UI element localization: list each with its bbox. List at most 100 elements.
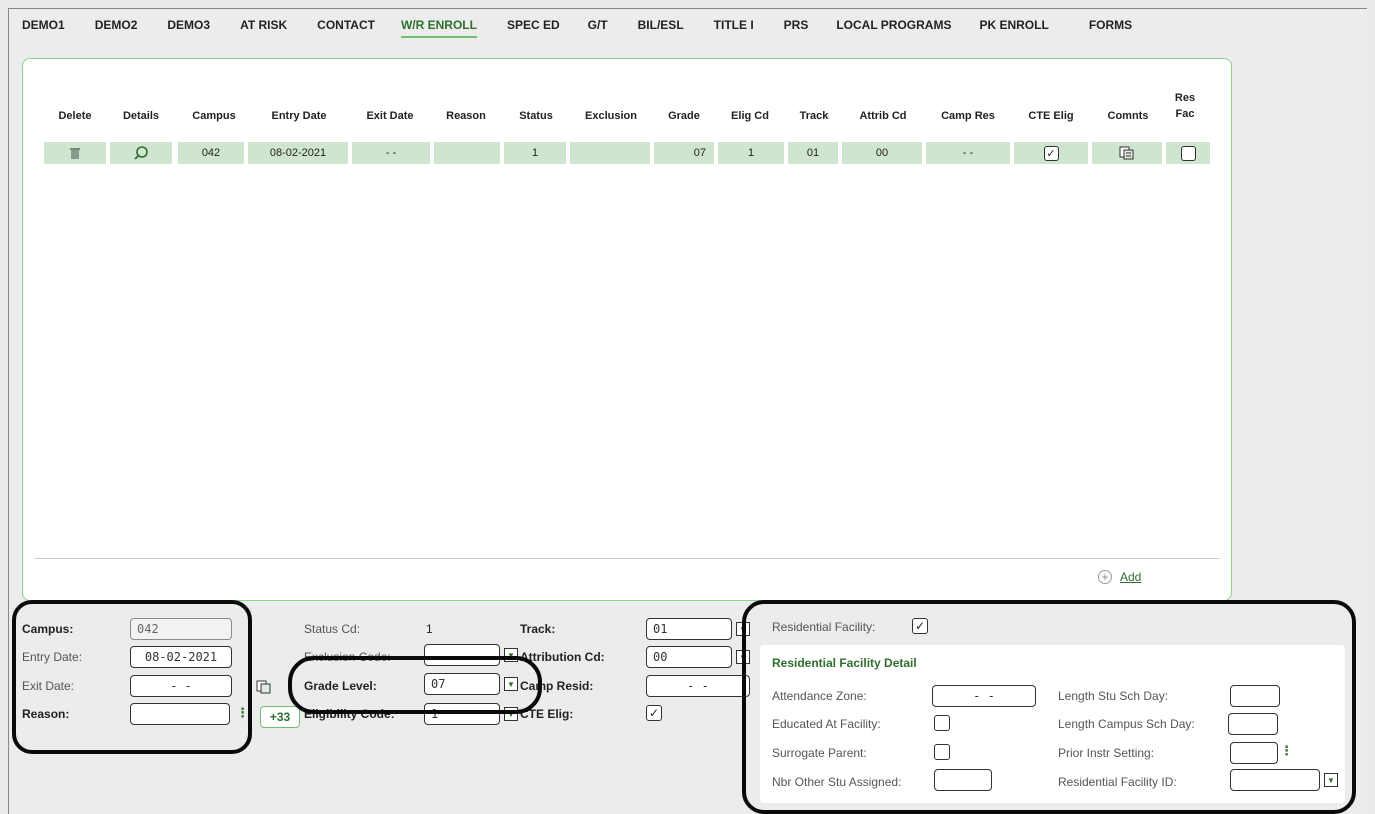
- length-campus-sch-day-label: Length Campus Sch Day:: [1058, 717, 1195, 731]
- grid-cte-elig-cell[interactable]: ✓: [1014, 142, 1088, 164]
- attribution-cd-label: Attribution Cd:: [520, 650, 605, 664]
- prior-instr-setting-label: Prior Instr Setting:: [1058, 746, 1155, 760]
- campus-label: Campus:: [22, 622, 74, 636]
- length-stu-sch-day-field[interactable]: [1230, 685, 1280, 707]
- col-header-comnts: Comnts: [1107, 110, 1149, 122]
- tab-contact[interactable]: CONTACT: [317, 14, 375, 38]
- grade-level-field[interactable]: 07: [424, 673, 500, 695]
- attendance-zone-label: Attendance Zone:: [772, 689, 867, 703]
- grade-level-dropdown-icon[interactable]: ▼: [504, 677, 518, 691]
- track-label: Track:: [520, 622, 556, 636]
- tab-pk-enroll[interactable]: PK ENROLL: [979, 14, 1048, 38]
- tab-demo2[interactable]: DEMO2: [95, 14, 138, 38]
- tab-local-programs[interactable]: LOCAL PROGRAMS: [836, 14, 951, 38]
- grid-exclusion-cell[interactable]: [570, 142, 650, 164]
- grid-status-cell[interactable]: 1: [504, 142, 566, 164]
- plus-33-button[interactable]: +33: [260, 706, 300, 728]
- eligibility-code-field[interactable]: 1: [424, 703, 500, 725]
- eligibility-code-dropdown-icon[interactable]: ▼: [504, 707, 518, 721]
- exit-date-label: Exit Date:: [22, 679, 75, 693]
- residential-facility-id-field[interactable]: [1230, 769, 1320, 791]
- entry-date-field[interactable]: 08-02-2021: [130, 646, 232, 668]
- col-header-details: Details: [122, 110, 160, 122]
- attribution-cd-dropdown-icon[interactable]: ▼: [736, 650, 750, 664]
- grid-track-cell[interactable]: 01: [788, 142, 838, 164]
- length-campus-sch-day-field[interactable]: [1228, 713, 1278, 735]
- col-header-status: Status: [519, 110, 553, 122]
- exclusion-code-field[interactable]: [424, 644, 500, 666]
- trash-icon[interactable]: [69, 146, 81, 160]
- grid-res-fac-checkbox[interactable]: [1180, 145, 1196, 161]
- surrogate-parent-checkbox[interactable]: [934, 744, 950, 760]
- tab-bar: DEMO1 DEMO2 DEMO3 AT RISK CONTACT W/R EN…: [22, 14, 1132, 38]
- reason-field[interactable]: [130, 703, 230, 725]
- tab-demo1[interactable]: DEMO1: [22, 14, 65, 38]
- grid-exit-date-cell[interactable]: - -: [352, 142, 430, 164]
- magnifier-icon[interactable]: [133, 145, 149, 161]
- nbr-other-stu-field[interactable]: [934, 769, 992, 791]
- eligibility-code-label: Eligibility Code:: [304, 707, 395, 721]
- tab-demo3[interactable]: DEMO3: [167, 14, 210, 38]
- col-header-exclusion: Exclusion: [585, 110, 637, 122]
- tab-spec-ed[interactable]: SPEC ED: [507, 14, 560, 38]
- grid-elig-cd-cell[interactable]: 1: [718, 142, 784, 164]
- col-header-res-fac-bottom: Fac: [1175, 108, 1195, 120]
- col-header-entry-date: Entry Date: [271, 110, 327, 122]
- add-row-control[interactable]: + Add: [1098, 570, 1141, 584]
- residential-facility-checkbox[interactable]: ✓: [912, 618, 928, 634]
- grid-reason-cell[interactable]: [434, 142, 500, 164]
- camp-resid-label: Camp Resid:: [520, 679, 594, 693]
- tab-forms[interactable]: FORMS: [1089, 14, 1132, 38]
- track-field[interactable]: 01: [646, 618, 732, 640]
- attendance-zone-field[interactable]: - -: [932, 685, 1036, 707]
- plus-circle-icon[interactable]: +: [1098, 570, 1112, 584]
- tab-wr-enroll[interactable]: W/R ENROLL: [400, 14, 477, 38]
- exclusion-code-dropdown-icon[interactable]: ▼: [504, 648, 518, 662]
- col-header-res-fac-top: Res: [1174, 92, 1196, 104]
- col-header-camp-res: Camp Res: [941, 110, 995, 122]
- track-dropdown-icon[interactable]: ▼: [736, 622, 750, 636]
- comments-icon[interactable]: [256, 680, 272, 694]
- grid-attrib-cd-cell[interactable]: 00: [842, 142, 922, 164]
- details-cell[interactable]: [110, 142, 172, 164]
- tab-bil-esl[interactable]: BIL/ESL: [638, 14, 684, 38]
- col-header-cte-elig: CTE Elig: [1028, 110, 1074, 122]
- reason-lookup-icon[interactable]: ⋮: [236, 706, 249, 719]
- residential-facility-detail-title: Residential Facility Detail: [772, 656, 917, 670]
- exit-date-field[interactable]: - -: [130, 675, 232, 697]
- attribution-cd-field[interactable]: 00: [646, 646, 732, 668]
- grid-res-fac-cell[interactable]: [1166, 142, 1210, 164]
- grid-comnts-cell[interactable]: [1092, 142, 1162, 164]
- tab-title-i[interactable]: TITLE I: [714, 14, 754, 38]
- grid-campus-cell[interactable]: 042: [178, 142, 244, 164]
- entry-date-label: Entry Date:: [22, 650, 83, 664]
- reason-label: Reason:: [22, 707, 70, 721]
- tab-gt[interactable]: G/T: [588, 14, 608, 38]
- educated-at-facility-label: Educated At Facility:: [772, 717, 881, 731]
- grade-level-label: Grade Level:: [304, 679, 377, 693]
- educated-at-facility-checkbox[interactable]: [934, 715, 950, 731]
- grid-grade-cell[interactable]: 07: [654, 142, 714, 164]
- grid-cte-elig-checkbox[interactable]: ✓: [1043, 145, 1059, 161]
- col-header-track: Track: [799, 110, 829, 122]
- grid-camp-res-cell[interactable]: - -: [926, 142, 1010, 164]
- grid-divider: [34, 558, 1220, 559]
- residential-facility-id-label: Residential Facility ID:: [1058, 775, 1177, 789]
- prior-instr-setting-field[interactable]: [1230, 742, 1278, 764]
- col-header-exit-date: Exit Date: [366, 110, 414, 122]
- tab-prs[interactable]: PRS: [784, 14, 809, 38]
- nbr-other-stu-label: Nbr Other Stu Assigned:: [772, 775, 902, 789]
- residential-facility-id-dropdown-icon[interactable]: ▼: [1324, 773, 1338, 787]
- grid-entry-date-cell[interactable]: 08-02-2021: [248, 142, 348, 164]
- comments-icon[interactable]: [1119, 146, 1135, 160]
- camp-resid-field[interactable]: - -: [646, 675, 750, 697]
- length-stu-sch-day-label: Length Stu Sch Day:: [1058, 689, 1169, 703]
- add-link[interactable]: Add: [1120, 570, 1141, 584]
- cte-elig-checkbox[interactable]: ✓: [646, 705, 662, 721]
- delete-cell[interactable]: [44, 142, 106, 164]
- tab-at-risk[interactable]: AT RISK: [240, 14, 287, 38]
- col-header-reason: Reason: [446, 110, 486, 122]
- prior-instr-lookup-icon[interactable]: ⋮: [1280, 744, 1293, 757]
- surrogate-parent-label: Surrogate Parent:: [772, 746, 867, 760]
- enrollment-grid-panel: [22, 58, 1232, 601]
